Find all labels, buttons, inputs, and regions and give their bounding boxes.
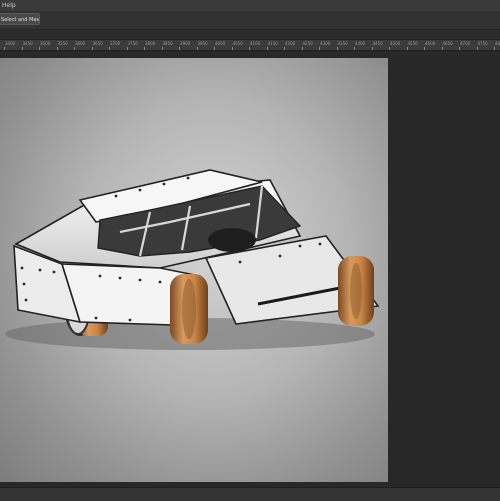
ruler-tick [214,47,215,50]
ruler-tick [389,47,390,50]
ruler-tick-label: 3400 [5,41,16,46]
ruler-tick-label: 4650 [442,41,453,46]
ruler-tick [459,47,460,50]
ruler-tick [406,47,408,50]
ruler-tick [231,47,233,50]
ruler-tick-label: 3700 [110,41,121,46]
ruler-tick [249,47,250,50]
ruler-tick-label: 4550 [407,41,418,46]
ruler-tick-label: 3600 [75,41,86,46]
ruler-tick [319,47,320,50]
ruler-tick [74,47,75,50]
ruler-tick [196,47,198,50]
ruler-tick-label: 4050 [232,41,243,46]
ruler-tick [424,47,425,50]
ruler-tick [126,47,128,50]
race-car-image [5,169,380,350]
ruler-tick [284,47,285,50]
ruler-tick-label: 4700 [460,41,471,46]
ruler-tick-label: 4250 [302,41,313,46]
document-canvas[interactable] [0,58,388,482]
ruler-tick [336,47,338,50]
status-bar [0,487,500,501]
ruler-tick-label: 3950 [197,41,208,46]
ruler-tick-label: 4100 [250,41,261,46]
ruler-tick [56,47,58,50]
ruler-tick [109,47,110,50]
front-tire-left [170,274,208,344]
front-tire-right [338,256,374,326]
ruler-tick-label: 3800 [145,41,156,46]
driver-seat [208,228,256,252]
ruler-tick [476,47,478,50]
ruler-tick [4,47,5,50]
ruler-tick-label: 3650 [92,41,103,46]
ruler-tick [371,47,373,50]
ruler-tick-label: 3900 [180,41,191,46]
select-and-mask-button[interactable]: Select and Mask... [0,13,40,25]
ruler-tick-label: 4200 [285,41,296,46]
horizontal-ruler[interactable]: 3400 3450 3500 3550 3600 3650 3700 3750 3800 3850… [0,40,500,51]
options-bar: Select and Mask... [0,11,500,30]
document-tab-strip [0,30,500,39]
ruler-tick-label: 3850 [162,41,173,46]
ruler-tick [91,47,93,50]
ruler-tick [161,47,163,50]
ruler-tick-label: 4150 [267,41,278,46]
ruler-tick-label: 3500 [40,41,51,46]
ruler-tick [179,47,180,50]
ruler-tick-label: 3750 [127,41,138,46]
ruler-tick-label: 4300 [320,41,331,46]
ruler-tick-label: 4000 [215,41,226,46]
ruler-tick [266,47,268,50]
ruler-tick-label: 4350 [337,41,348,46]
ruler-tick [301,47,303,50]
ruler-tick-label: 3450 [22,41,33,46]
menu-bar: Help [0,0,500,11]
ruler-tick [441,47,443,50]
ruler-tick [354,47,355,50]
ruler-tick-label: 4800 [495,41,500,46]
ruler-tick [494,47,495,50]
ruler-tick-label: 3550 [57,41,68,46]
ruler-tick-label: 4450 [372,41,383,46]
ruler-tick [21,47,23,50]
ruler-tick-label: 4500 [390,41,401,46]
ruler-tick-label: 4750 [477,41,488,46]
ruler-tick-label: 4400 [355,41,366,46]
ruler-tick [39,47,40,50]
ruler-tick [144,47,145,50]
menu-help[interactable]: Help [2,0,16,11]
ruler-tick-label: 4600 [425,41,436,46]
